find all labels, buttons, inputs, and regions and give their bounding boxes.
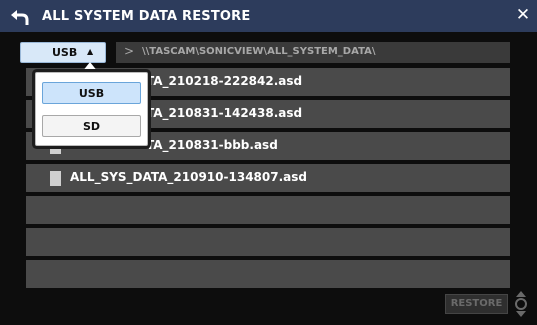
caret-up-icon: ▲ <box>87 47 94 56</box>
dropdown-option-usb[interactable]: USB <box>42 82 141 104</box>
dropdown-pointer <box>82 62 98 72</box>
close-icon[interactable]: ✕ <box>513 5 533 25</box>
path-text: \\TASCAM\SONICVIEW\ALL_SYSTEM_DATA\ <box>142 46 376 57</box>
file-icon <box>50 171 61 186</box>
restore-button[interactable]: RESTORE <box>445 294 508 314</box>
encoder-knob-icon <box>515 291 527 317</box>
chevron-right-icon: > <box>124 44 135 58</box>
empty-row <box>26 196 510 224</box>
screen: ALL SYSTEM DATA RESTORE ✕ USB ▲ > \\TASC… <box>0 0 537 325</box>
path-bar: > \\TASCAM\SONICVIEW\ALL_SYSTEM_DATA\ <box>116 42 510 63</box>
file-name: TA_210831-142438.asd <box>146 106 303 120</box>
source-select-label: USB <box>52 46 78 59</box>
empty-row <box>26 260 510 288</box>
back-arrow-icon[interactable] <box>8 4 32 28</box>
dropdown-option-sd[interactable]: SD <box>42 115 141 137</box>
source-dropdown: USB SD <box>35 72 148 146</box>
source-select-button[interactable]: USB ▲ <box>20 42 106 63</box>
file-name: TA_210831-bbb.asd <box>146 138 278 152</box>
list-item[interactable]: ALL_SYS_DATA_210910-134807.asd <box>26 164 510 192</box>
empty-row <box>26 228 510 256</box>
title-bar: ALL SYSTEM DATA RESTORE ✕ <box>0 0 537 32</box>
file-name: ALL_SYS_DATA_210910-134807.asd <box>70 170 307 184</box>
page-title: ALL SYSTEM DATA RESTORE <box>42 9 251 24</box>
file-name: TA_210218-222842.asd <box>146 74 303 88</box>
